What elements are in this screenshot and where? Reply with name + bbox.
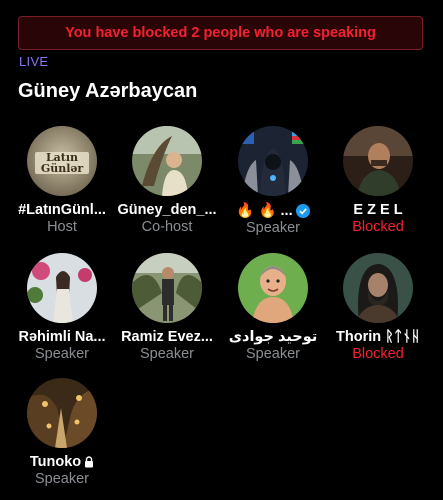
avatar [27,253,97,323]
participant-speaker[interactable]: 🔥 🔥 ... Speaker [219,126,327,236]
avatar [238,126,308,196]
participant-role: Speaker [34,346,89,362]
participant-name: 🔥 🔥 ... [219,202,327,219]
participant-role: Speaker [139,346,194,362]
avatar: Latın Günlər [27,126,97,196]
participant-name: Thorin ᚱᛏᚾᚺ [336,329,420,345]
participant-blocked[interactable]: E Z E L Blocked [324,126,432,235]
verified-badge-icon [295,203,310,218]
participant-name-text: 🔥 🔥 ... [236,203,293,219]
participant-blocked[interactable]: Thorin ᚱᛏᚾᚺ Blocked [324,253,432,362]
participant-role: Co-host [141,219,193,235]
participant-role: Speaker [34,471,89,487]
participant-host[interactable]: Latın Günlər #LatınGünl... Host [8,126,116,235]
avatar [27,378,97,448]
participant-speaker[interactable]: Tunoko Speaker [8,378,116,487]
participant-role: Blocked [352,346,404,362]
participant-role: Speaker [245,220,300,236]
participant-speaker[interactable]: توحید جوادی Speaker [219,253,327,362]
avatar [343,126,413,196]
avatar [343,253,413,323]
participant-name: Güney_den_... [117,202,217,218]
participant-name: E Z E L [353,202,403,218]
participant-role: Host [47,219,77,235]
participant-name: توحید جوادی [228,329,318,345]
avatar [132,126,202,196]
svg-text:Günlər: Günlər [41,162,84,175]
participant-name: Rəhimli Na... [18,329,106,345]
avatar [238,253,308,323]
participant-name-text: Tunoko [29,454,82,470]
participant-speaker[interactable]: Ramiz Evez... Speaker [113,253,221,362]
participants-grid: Latın Günlər #LatınGünl... Host Güney_de… [0,0,443,500]
lock-icon [84,456,94,468]
participant-role: Speaker [245,346,300,362]
participant-speaker[interactable]: Rəhimli Na... Speaker [8,253,116,362]
avatar [132,253,202,323]
participant-name: Tunoko [8,454,116,470]
participant-role: Blocked [352,219,404,235]
participant-name: Ramiz Evez... [121,329,213,345]
participant-name: #LatınGünl... [18,202,106,218]
participant-cohost[interactable]: Güney_den_... Co-host [113,126,221,235]
